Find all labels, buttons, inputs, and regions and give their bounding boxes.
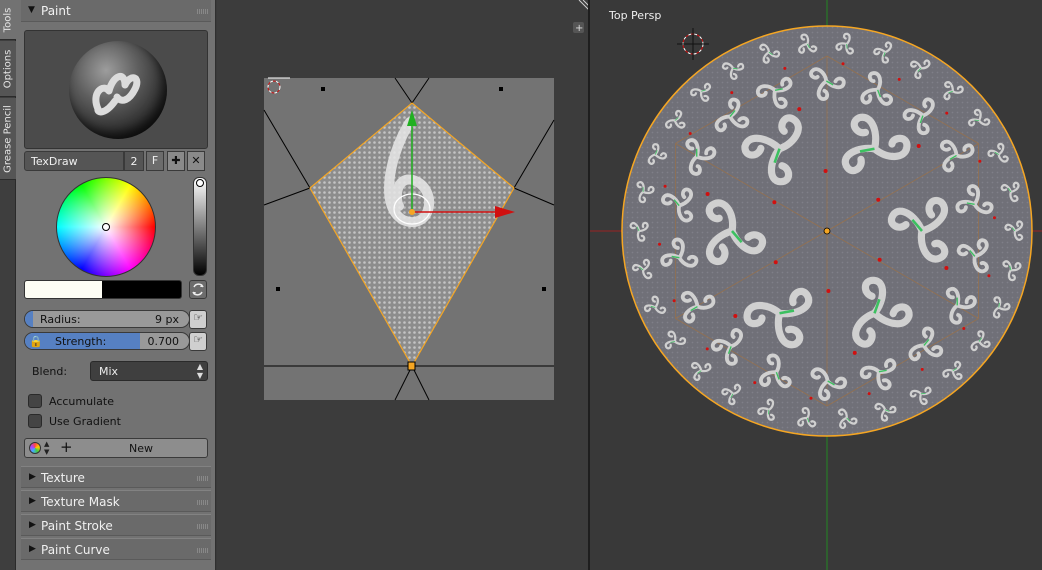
brush-stroke-icon xyxy=(92,73,141,116)
paint-curve-panel-title: Paint Curve xyxy=(41,543,110,557)
viewport-label: Top Persp xyxy=(609,9,662,22)
texture-mask-panel-header[interactable]: ▶ Texture Mask xyxy=(21,490,211,512)
texture-mask-panel-title: Texture Mask xyxy=(41,495,120,509)
primary-color-swatch[interactable] xyxy=(25,281,102,298)
color-value-slider[interactable] xyxy=(193,177,207,276)
blend-dropdown[interactable]: Mix ▲ ▼ xyxy=(90,361,208,381)
fake-user-button[interactable]: F xyxy=(146,151,164,171)
drag-grip-icon[interactable] xyxy=(197,9,208,14)
color-wheel[interactable] xyxy=(56,177,156,277)
brush-user-count[interactable]: 2 xyxy=(124,151,144,171)
use-gradient-label: Use Gradient xyxy=(49,415,121,428)
paint-panel-title: Paint xyxy=(41,4,71,18)
strength-slider[interactable]: 🔒 Strength: 0.700 xyxy=(24,332,190,350)
tab-tools[interactable]: Tools xyxy=(0,0,16,40)
color-wheel-cursor[interactable] xyxy=(102,223,110,231)
expand-triangle-icon: ▶ xyxy=(29,496,36,506)
accumulate-checkbox[interactable] xyxy=(28,394,42,408)
use-gradient-checkbox[interactable] xyxy=(28,414,42,428)
strength-label: Strength: xyxy=(55,335,107,348)
blend-label: Blend: xyxy=(32,365,68,378)
pivot-point-icon[interactable] xyxy=(409,209,415,215)
tool-panel: ▼ Paint TexDraw 2 F ✚ ✕ Radius: 9 px ☞ 🔒… xyxy=(16,0,216,570)
close-icon[interactable]: ✕ xyxy=(187,151,205,171)
region-expand-icons[interactable]: + xyxy=(573,22,584,34)
drag-grip-icon[interactable] xyxy=(197,500,208,505)
accumulate-label: Accumulate xyxy=(49,395,114,408)
radius-slider-fill xyxy=(25,311,33,327)
paint-panel-header[interactable]: ▼ Paint xyxy=(21,0,211,22)
drag-grip-icon[interactable] xyxy=(197,476,208,481)
viewport-canvas[interactable] xyxy=(590,0,1042,570)
collapse-triangle-icon: ▼ xyxy=(28,5,35,15)
tool-shelf-tabs: Tools Options Grease Pencil xyxy=(0,0,16,570)
uv-image-editor[interactable]: + xyxy=(217,0,589,570)
add-brush-icon[interactable]: ✚ xyxy=(167,151,185,171)
paint-curve-panel-header[interactable]: ▶ Paint Curve xyxy=(21,538,211,560)
brush-preview[interactable] xyxy=(24,30,208,149)
pressure-radius-icon[interactable]: ☞ xyxy=(189,310,207,329)
object-origin-icon[interactable] xyxy=(823,227,831,235)
value-slider-knob[interactable] xyxy=(196,179,204,187)
color-swatch-bar[interactable] xyxy=(24,280,182,299)
radius-value: 9 px xyxy=(155,313,179,326)
selected-vertex[interactable] xyxy=(407,361,416,371)
paint-stroke-panel-title: Paint Stroke xyxy=(41,519,113,533)
expand-triangle-icon: ▶ xyxy=(29,520,36,530)
expand-triangle-icon: ▶ xyxy=(29,472,36,482)
drag-grip-icon[interactable] xyxy=(197,548,208,553)
pressure-strength-icon[interactable]: ☞ xyxy=(189,332,207,351)
dropdown-arrows-icon: ▲ ▼ xyxy=(196,362,203,380)
new-palette-row: ▲ ▼ + New xyxy=(24,438,208,458)
strength-value: 0.700 xyxy=(147,335,180,348)
radius-label: Radius: xyxy=(40,313,81,326)
new-palette-button[interactable]: New xyxy=(25,442,207,455)
expand-triangle-icon: ▶ xyxy=(29,544,36,554)
lock-icon[interactable]: 🔒 xyxy=(29,335,43,348)
3d-viewport[interactable]: Top Persp xyxy=(590,0,1042,570)
uv-canvas[interactable]: + xyxy=(217,0,589,570)
tab-options[interactable]: Options xyxy=(0,41,16,97)
paint-stroke-panel-header[interactable]: ▶ Paint Stroke xyxy=(21,514,211,536)
svg-text:+: + xyxy=(575,23,583,34)
blend-value: Mix xyxy=(99,365,119,378)
texture-panel-title: Texture xyxy=(41,471,85,485)
brush-name-field[interactable]: TexDraw xyxy=(24,151,124,171)
tab-grease-pencil[interactable]: Grease Pencil xyxy=(0,98,16,180)
swap-colors-icon[interactable] xyxy=(189,280,207,299)
3d-cursor-icon[interactable] xyxy=(677,28,709,60)
radius-slider[interactable]: Radius: 9 px xyxy=(24,310,190,328)
texture-panel-header[interactable]: ▶ Texture xyxy=(21,466,211,488)
drag-grip-icon[interactable] xyxy=(197,524,208,529)
